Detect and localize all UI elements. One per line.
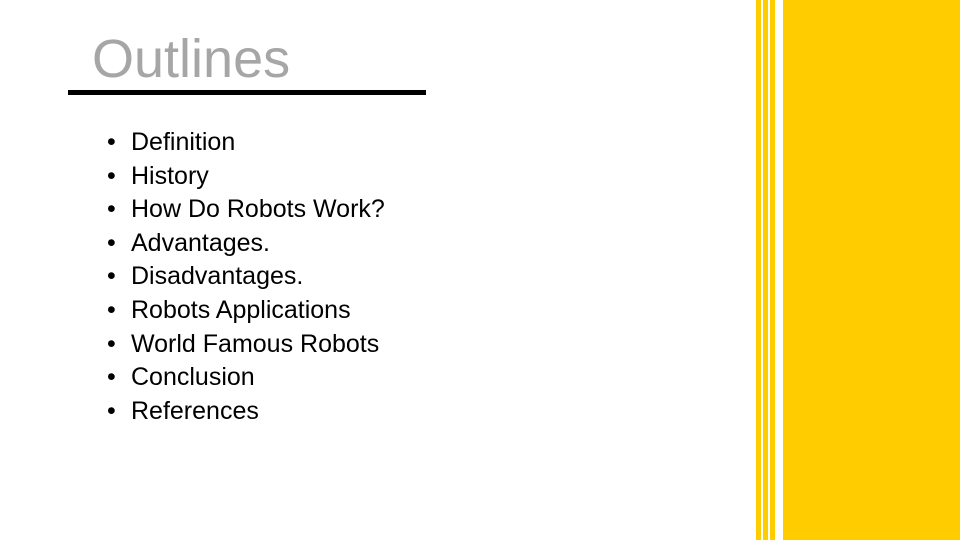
list-item-text: Disadvantages. (131, 262, 304, 291)
list-item-text: World Famous Robots (131, 329, 380, 358)
list-item-text: Advantages. (131, 228, 270, 257)
title-underline (68, 90, 426, 95)
list-item: • Robots Applications (107, 294, 385, 328)
bullet-icon: • (107, 128, 116, 156)
accent-stripe (763, 0, 768, 540)
outline-list: • Definition • History • How Do Robots Work… (107, 126, 385, 428)
accent-stripe (756, 0, 761, 540)
list-item-text: Robots Applications (131, 295, 351, 324)
list-item-text: References (131, 396, 259, 425)
list-item: • Advantages. (107, 227, 385, 261)
bullet-icon: • (107, 396, 116, 425)
list-item: • Conclusion (107, 361, 385, 395)
bullet-icon: • (107, 195, 116, 224)
bullet-icon: • (107, 228, 116, 257)
bullet-icon: • (107, 161, 116, 190)
accent-stripe (770, 0, 775, 540)
accent-panel (783, 0, 960, 540)
list-item-text: History (131, 161, 209, 190)
bullet-icon: • (107, 329, 116, 358)
bullet-icon: • (107, 262, 116, 291)
list-item: • References (107, 395, 385, 429)
list-item: • How Do Robots Work? (107, 193, 385, 227)
bullet-icon: • (107, 295, 116, 324)
list-item-text: Conclusion (131, 363, 255, 392)
slide-title: Outlines (92, 29, 291, 89)
list-item: • History (107, 160, 385, 194)
list-item-text: How Do Robots Work? (131, 195, 385, 224)
list-item-text: Definition (131, 128, 236, 156)
slide: Outlines • Definition • History • How Do Ro… (0, 0, 960, 540)
list-item: • Disadvantages. (107, 260, 385, 294)
list-item: • Definition (107, 126, 385, 160)
bullet-icon: • (107, 363, 116, 392)
list-item: • World Famous Robots (107, 328, 385, 362)
